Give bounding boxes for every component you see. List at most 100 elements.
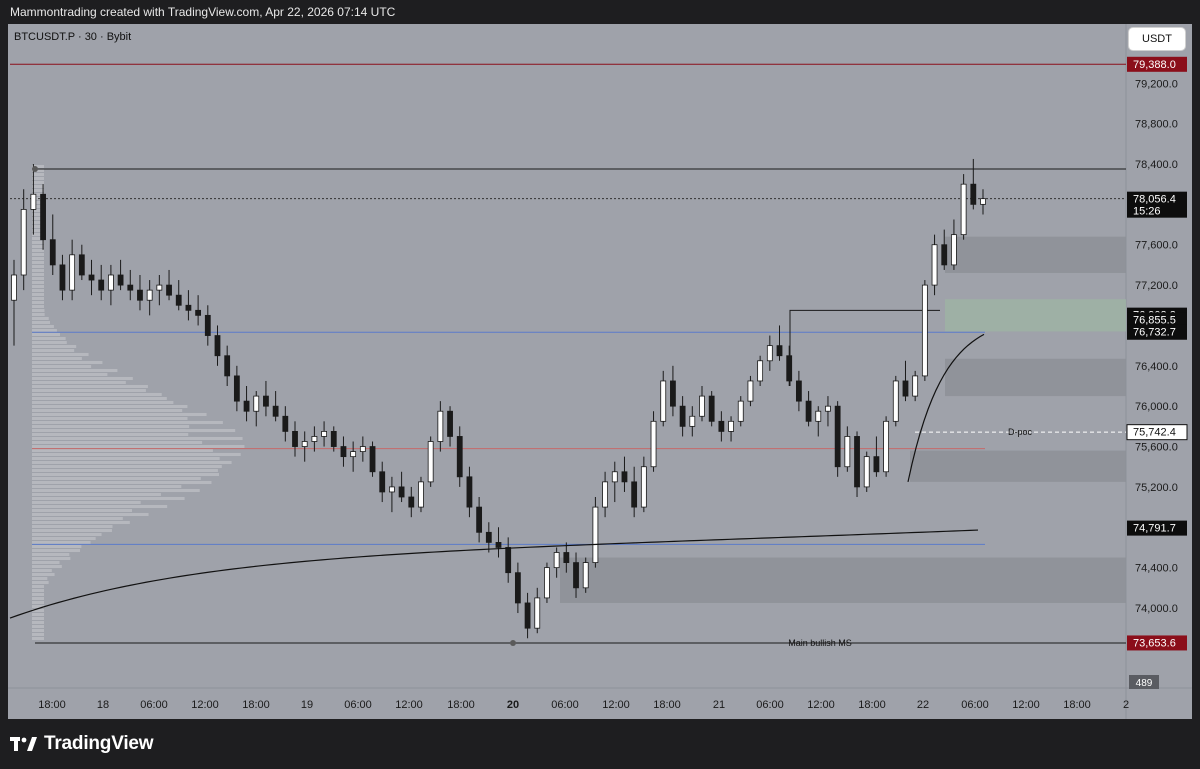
volume-profile-bar (32, 533, 102, 536)
volume-profile-bar (32, 453, 241, 456)
volume-profile-bar (32, 613, 44, 616)
price-tag-label: 79,388.0 (1133, 59, 1176, 71)
time-tick-label: 06:00 (756, 699, 784, 711)
candle (282, 415, 289, 432)
time-tick-label: 12:00 (395, 699, 423, 711)
candle (466, 476, 473, 508)
candle (156, 284, 163, 291)
volume-profile-bar (32, 281, 44, 284)
price-tick-label: 76,000.0 (1135, 401, 1178, 413)
candle (980, 198, 986, 205)
tradingview-logo-text: TradingView (44, 733, 154, 754)
price-tick-label: 74,000.0 (1135, 603, 1178, 615)
candle (456, 436, 463, 478)
price-tag-label: 78,056.4 (1133, 194, 1176, 206)
volume-profile-bar (32, 589, 44, 592)
candle (495, 542, 502, 548)
volume-profile-bar (32, 277, 44, 280)
volume-profile-bar (32, 461, 232, 464)
volume-profile-bar (32, 385, 148, 388)
volume-profile-bar (32, 597, 44, 600)
candle (233, 375, 240, 402)
volume-profile-bar (32, 549, 81, 552)
candle (389, 486, 395, 493)
candle (544, 567, 550, 599)
volume-profile-bar (32, 473, 220, 476)
candle (11, 274, 17, 301)
candle (553, 552, 560, 569)
volume-profile-bar (32, 517, 123, 520)
candle (505, 547, 512, 574)
time-tick-label: 20 (507, 699, 519, 711)
volume-profile-bar (32, 525, 113, 528)
candle (350, 451, 357, 458)
price-chart[interactable]: D-poc Main bullish MS 79,200.0 78,800.0 78,4… (0, 0, 1200, 769)
volume-profile-bar (32, 489, 200, 492)
candle (398, 486, 405, 498)
candle (485, 531, 492, 543)
time-tick-label: 06:00 (140, 699, 168, 711)
time-tick-label: 06:00 (961, 699, 989, 711)
volume-profile-bar (32, 393, 162, 396)
candle (534, 597, 541, 629)
candle (195, 309, 202, 316)
volume-profile-bar (32, 269, 44, 272)
candle (737, 400, 744, 422)
candle (786, 355, 793, 382)
volume-profile-bar (32, 349, 75, 352)
time-tick-label: 18:00 (242, 699, 270, 711)
candle (621, 471, 628, 483)
time-tick-label: 2 (1123, 699, 1129, 711)
volume-profile-bar (32, 285, 44, 288)
time-tick-label: 21 (713, 699, 725, 711)
volume-profile-bar (32, 301, 44, 304)
volume-profile-bar (32, 521, 130, 524)
volume-profile-bar (32, 361, 103, 364)
candle (514, 572, 521, 604)
price-tick-label: 79,200.0 (1135, 78, 1178, 90)
volume-profile-bar (32, 557, 71, 560)
candle (437, 410, 444, 442)
price-tick-label: 77,600.0 (1135, 240, 1178, 252)
tradingview-logo[interactable]: TradingView (10, 733, 154, 755)
volume-profile-bar (32, 377, 133, 380)
candle (892, 380, 899, 422)
volume-profile-bar (32, 313, 45, 316)
candle (689, 415, 696, 427)
time-tick-label: 12:00 (1012, 699, 1040, 711)
volume-profile-bar (32, 305, 44, 308)
candle (127, 284, 134, 291)
volume-profile-bar (32, 253, 44, 256)
candle (330, 431, 337, 447)
volume-profile-bar (32, 381, 126, 384)
candle (524, 602, 531, 629)
volume-profile-bar (32, 465, 222, 468)
time-tick-label: 12:00 (807, 699, 835, 711)
candle (805, 400, 812, 422)
volume-profile-bar (32, 321, 50, 324)
volume-profile-bar (32, 317, 49, 320)
volume-profile-bar (32, 433, 189, 436)
time-tick-label: 18:00 (38, 699, 66, 711)
volume-profile-bar (32, 577, 48, 580)
volume-profile-bar (32, 345, 77, 348)
footer-bar (0, 719, 1200, 769)
volume-profile-bar (32, 513, 149, 516)
candle (873, 456, 880, 473)
time-tick-label: 18:00 (447, 699, 475, 711)
price-tick-label: 77,200.0 (1135, 280, 1178, 292)
volume-profile-bar (32, 373, 108, 376)
candle (292, 431, 298, 447)
candle (301, 441, 308, 447)
candle (883, 420, 889, 473)
symbol-label[interactable]: BTCUSDT.P · 30 · Bybit (14, 31, 131, 43)
volume-profile-bar (32, 593, 44, 596)
candle (747, 380, 754, 402)
candle (418, 481, 424, 508)
volume-profile-bar (32, 537, 96, 540)
volume-profile-bar (32, 429, 236, 432)
currency-button[interactable]: USDT (1129, 28, 1185, 50)
volume-profile-bar (32, 265, 44, 268)
candle (776, 345, 783, 357)
volume-profile-bar (32, 273, 44, 276)
